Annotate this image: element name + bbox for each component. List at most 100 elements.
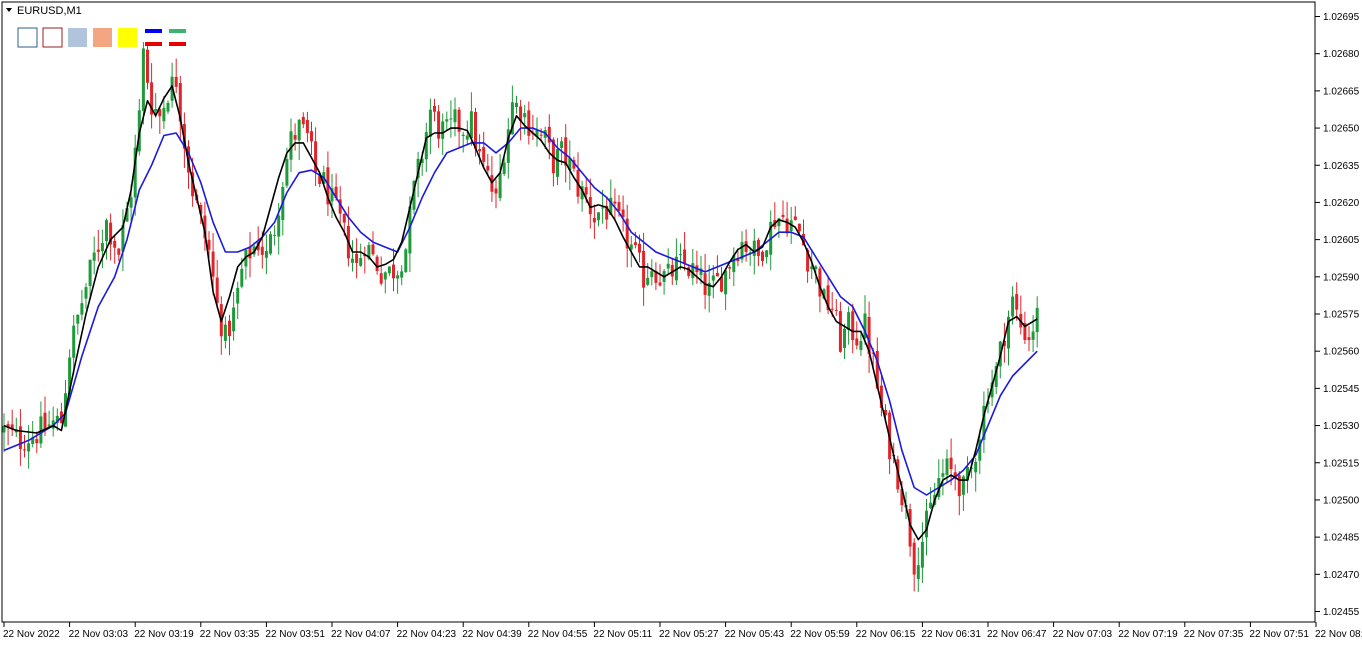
- bear-candle: [35, 439, 39, 444]
- bear-fill-swatch[interactable]: [93, 28, 112, 47]
- bull-candle: [929, 502, 933, 508]
- bull-candle: [166, 102, 170, 112]
- bear-candle: [592, 217, 596, 223]
- bear-candle: [301, 116, 305, 125]
- bull-candle: [100, 243, 104, 252]
- bull-candle: [441, 121, 445, 139]
- bull-candle: [404, 249, 408, 273]
- bull-candle: [974, 461, 978, 473]
- bear-candle: [957, 475, 961, 497]
- bull-candle: [859, 341, 863, 350]
- bear-candle: [613, 201, 617, 204]
- bull-candle: [560, 141, 564, 149]
- highlight-swatch[interactable]: [118, 28, 137, 47]
- bear-candle: [174, 76, 178, 87]
- bear-candle: [355, 253, 359, 264]
- bear-candle: [43, 412, 47, 430]
- bear-candle: [113, 240, 117, 248]
- bull-candle: [351, 258, 354, 263]
- time-tick-label: 22 Nov 03:35: [200, 629, 260, 640]
- bull-candle: [383, 272, 387, 280]
- bear-candle: [1015, 294, 1019, 310]
- bear-candle: [912, 542, 916, 575]
- symbol-header[interactable]: EURUSD,M1: [6, 5, 82, 17]
- bear-candle: [715, 272, 719, 277]
- time-tick-label: 22 Nov 06:31: [921, 629, 981, 640]
- bear-candle: [793, 216, 797, 220]
- bear-candle: [478, 148, 482, 152]
- bull-candle: [666, 263, 670, 269]
- bear-candle: [785, 218, 789, 234]
- bear-candle: [379, 273, 383, 284]
- bull-fill-swatch[interactable]: [68, 28, 87, 47]
- bear-candle: [211, 251, 215, 277]
- bull-candle: [843, 328, 846, 348]
- bear-candle: [834, 309, 838, 311]
- bull-candle: [469, 111, 473, 139]
- bull-candle: [27, 443, 31, 452]
- bull-candle: [920, 541, 924, 568]
- bull-candle: [273, 234, 277, 236]
- bear-candle: [215, 277, 219, 304]
- bear-candle: [855, 338, 859, 346]
- bear-candle: [392, 264, 395, 279]
- bull-candle: [916, 565, 920, 580]
- price-tick-label: 1.02605: [1323, 235, 1360, 246]
- line-green-icon: [169, 29, 186, 33]
- bull-candle: [105, 220, 108, 242]
- bear-candle: [838, 311, 842, 352]
- time-tick-label: 22 Nov 07:35: [1184, 629, 1244, 640]
- time-tick-label: 22 Nov 06:15: [856, 629, 916, 640]
- bull-candle: [297, 119, 301, 141]
- bear-candle: [437, 111, 441, 139]
- bull-candle: [597, 212, 600, 221]
- time-tick-label: 22 Nov 07:19: [1118, 629, 1178, 640]
- bull-candle: [601, 207, 605, 209]
- time-tick-label: 22 Nov 03:51: [265, 629, 325, 640]
- time-tick-label: 22 Nov 08:07: [1315, 629, 1362, 640]
- bear-candle: [658, 282, 662, 286]
- bull-candle: [523, 113, 527, 118]
- bear-candle: [1027, 337, 1031, 341]
- time-tick-label: 22 Nov 2022: [3, 629, 60, 640]
- time-tick-label: 22 Nov 04:23: [397, 629, 457, 640]
- bear-candle: [539, 134, 543, 136]
- bear-candle: [293, 135, 297, 140]
- bull-candle: [240, 268, 244, 287]
- bear-candle: [728, 267, 732, 269]
- price-tick-label: 1.02665: [1323, 86, 1360, 97]
- bull-candle: [752, 240, 756, 256]
- bull-candle: [396, 275, 400, 279]
- bear-candle: [23, 449, 26, 451]
- time-tick-label: 22 Nov 05:59: [790, 629, 850, 640]
- bull-candle: [236, 287, 240, 304]
- bull-candle: [691, 263, 695, 278]
- bear-candle: [117, 248, 121, 255]
- price-tick-label: 1.02635: [1323, 161, 1360, 172]
- bull-candle: [941, 473, 945, 477]
- time-tick-label: 22 Nov 07:51: [1249, 629, 1309, 640]
- bear-candle: [371, 244, 375, 255]
- time-tick-label: 22 Nov 06:47: [987, 629, 1047, 640]
- bull-candle: [1031, 331, 1035, 340]
- bear-candle: [494, 188, 498, 194]
- bear-candle: [642, 250, 646, 288]
- bear-candle: [342, 213, 346, 223]
- time-tick-label: 22 Nov 03:03: [69, 629, 129, 640]
- chart-background: [0, 0, 1362, 645]
- bear-candle: [482, 147, 486, 162]
- bull-candle: [515, 102, 518, 107]
- bull-candle: [154, 108, 158, 112]
- bull-candle: [724, 270, 728, 295]
- bull-candle: [359, 258, 363, 266]
- bear-candle-outline-swatch[interactable]: [42, 27, 63, 48]
- line-red-icon: [169, 42, 186, 46]
- price-chart[interactable]: 1.02695 1.02680 1.02665 1.02650 1.02635 1.026…: [0, 0, 1362, 645]
- price-tick-label: 1.02620: [1323, 198, 1360, 209]
- bull-candle-outline-swatch[interactable]: [17, 27, 38, 48]
- price-tick-label: 1.02695: [1323, 12, 1360, 23]
- price-tick-label: 1.02470: [1323, 570, 1360, 581]
- price-tick-label: 1.02560: [1323, 347, 1360, 358]
- price-tick-label: 1.02590: [1323, 272, 1360, 283]
- bull-candle: [646, 277, 650, 285]
